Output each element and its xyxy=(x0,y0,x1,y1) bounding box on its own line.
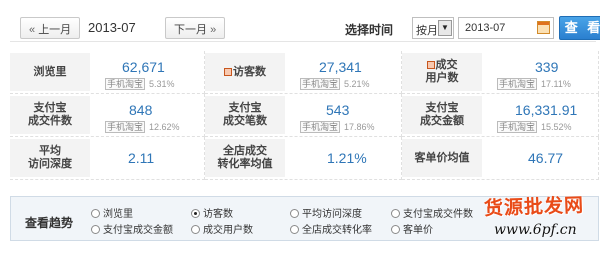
trend-option-avg-order[interactable]: 客单价 xyxy=(391,221,433,236)
metric-cell-alipay-amount: 支付宝 成交金额 16,331.91 手机淘宝 15.52% xyxy=(402,94,599,137)
radio-icon[interactable] xyxy=(91,209,100,218)
calendar-icon[interactable] xyxy=(537,21,550,34)
mobile-taobao-tag: 手机淘宝 xyxy=(105,121,146,133)
mobile-taobao-tag: 手机淘宝 xyxy=(497,121,538,133)
prev-month-button[interactable]: « 上一月 xyxy=(20,17,81,39)
date-input[interactable]: 2013-07 xyxy=(458,17,554,39)
metric-sub: 手机淘宝 5.21% xyxy=(300,78,370,90)
search-button[interactable]: 查 看 xyxy=(559,16,600,40)
metric-value: 2.11 xyxy=(128,150,155,166)
select-time-label: 选择时间 xyxy=(345,23,394,37)
trend-option-visit-depth[interactable]: 平均访问深度 xyxy=(290,205,362,220)
next-month-label: 下一月 xyxy=(174,24,207,36)
metric-label: 平均 访问深度 xyxy=(10,139,90,177)
mobile-share: 17.11% xyxy=(541,79,571,89)
metric-sub: 手机淘宝 15.52% xyxy=(497,121,572,133)
metric-cell-pageviews: 浏览里 62,671 手机淘宝 5.31% xyxy=(10,51,205,94)
metric-cell-alipay-orders: 支付宝 成交笔数 543 手机淘宝 17.86% xyxy=(205,94,402,137)
mobile-share: 17.86% xyxy=(344,122,375,132)
metric-cell-alipay-items: 支付宝 成交件数 848 手机淘宝 12.62% xyxy=(10,94,205,137)
mobile-taobao-tag: 手机淘宝 xyxy=(105,78,146,90)
radio-icon[interactable] xyxy=(91,225,100,234)
mobile-taobao-tag: 手机淘宝 xyxy=(300,121,341,133)
metric-value: 46.77 xyxy=(528,150,564,166)
metric-value: 1.21% xyxy=(327,150,367,166)
metric-label: 浏览里 xyxy=(10,53,90,91)
mobile-share: 5.21% xyxy=(344,79,370,89)
metric-sub: 手机淘宝 17.86% xyxy=(300,121,375,133)
metric-value: 543 xyxy=(326,102,350,118)
trend-title: 查看趋势 xyxy=(25,216,74,230)
trend-option-pageviews[interactable]: 浏览里 xyxy=(91,205,133,220)
metric-cell-avg-order: 客单价均值 46.77 xyxy=(402,137,599,180)
prev-month-label: 上一月 xyxy=(38,24,72,36)
metric-sub: 手机淘宝 5.31% xyxy=(105,78,175,90)
mobile-share: 5.31% xyxy=(149,79,175,89)
metric-label: 支付宝 成交金额 xyxy=(402,96,482,134)
mobile-share: 12.62% xyxy=(149,122,180,132)
radio-icon[interactable] xyxy=(191,225,200,234)
metric-value: 62,671 xyxy=(122,59,165,75)
mobile-taobao-tag: 手机淘宝 xyxy=(300,78,341,90)
mobile-taobao-tag: 手机淘宝 xyxy=(497,78,538,90)
trend-option-alipay-amount[interactable]: 支付宝成交金额 xyxy=(91,221,173,236)
double-chevron-left-icon: « xyxy=(29,24,36,36)
granularity-value: 按月 xyxy=(416,25,438,37)
radio-icon[interactable] xyxy=(391,225,400,234)
metric-value: 848 xyxy=(129,102,153,118)
metric-sub: 手机淘宝 12.62% xyxy=(105,121,180,133)
radio-checked-icon[interactable] xyxy=(191,209,200,218)
watermark-url: www.6pf.cn xyxy=(494,222,577,238)
mobile-share: 15.52% xyxy=(541,122,572,132)
metric-label: 客单价均值 xyxy=(402,139,482,177)
metric-label: 支付宝 成交件数 xyxy=(10,96,90,134)
trend-option-buyers[interactable]: 成交用户数 xyxy=(191,221,253,236)
radio-icon[interactable] xyxy=(290,225,299,234)
metric-cell-conversion: 全店成交 转化率均值 1.21% xyxy=(205,137,402,180)
trend-option-alipay-items[interactable]: 支付宝成交件数 xyxy=(391,205,473,220)
watermark-logo: 货源批发网 xyxy=(483,194,585,220)
metric-value: 27,341 xyxy=(319,59,362,75)
metric-value: 339 xyxy=(535,59,559,75)
dropdown-arrow-icon[interactable]: ▼ xyxy=(438,20,452,36)
mobile-marker-icon xyxy=(426,61,435,70)
period-toolbar: « 上一月 2013-07 下一月 » 选择时间 按月 ▼ 2013-07 查 … xyxy=(10,10,600,42)
metric-label: 访客数 xyxy=(205,53,285,91)
metrics-grid: 浏览里 62,671 手机淘宝 5.31% 访客数 27,341 手机淘宝 5.21… xyxy=(10,51,599,180)
radio-icon[interactable] xyxy=(391,209,400,218)
trend-option-conversion[interactable]: 全店成交转化率 xyxy=(290,221,372,236)
metric-cell-buyers: 成交 用户数 339 手机淘宝 17.11% xyxy=(402,51,599,94)
metric-label: 全店成交 转化率均值 xyxy=(205,139,285,177)
metric-sub: 手机淘宝 17.11% xyxy=(497,78,571,90)
date-value: 2013-07 xyxy=(465,22,506,34)
double-chevron-right-icon: » xyxy=(210,24,217,36)
metric-value: 16,331.91 xyxy=(515,102,578,118)
metric-label: 支付宝 成交笔数 xyxy=(205,96,285,134)
metric-cell-visitors: 访客数 27,341 手机淘宝 5.21% xyxy=(205,51,402,94)
next-month-button[interactable]: 下一月 » xyxy=(165,17,226,39)
metric-label: 成交 用户数 xyxy=(402,53,482,91)
mobile-marker-icon xyxy=(224,68,232,76)
granularity-select[interactable]: 按月 ▼ xyxy=(412,17,454,39)
trend-option-visitors[interactable]: 访客数 xyxy=(191,205,233,220)
current-period: 2013-07 xyxy=(88,20,136,35)
metric-cell-visit-depth: 平均 访问深度 2.11 xyxy=(10,137,205,180)
radio-icon[interactable] xyxy=(290,209,299,218)
